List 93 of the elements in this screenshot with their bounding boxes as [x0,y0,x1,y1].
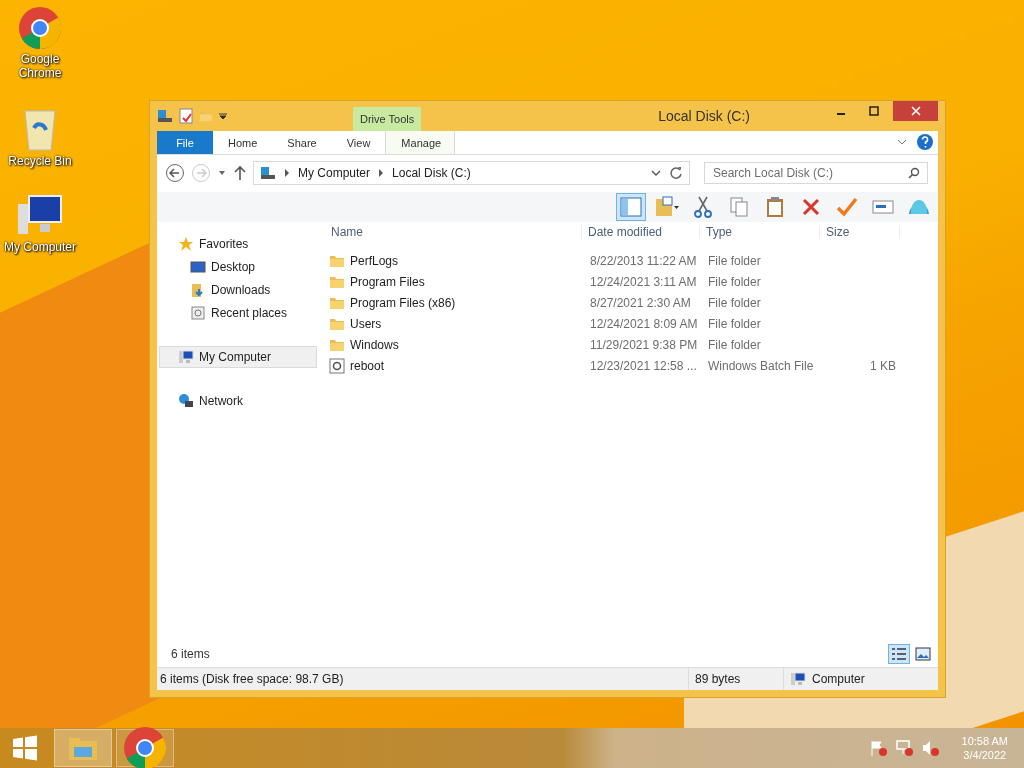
file-row[interactable]: Program Files 12/24/2021 3:11 AM File folder [329,271,938,292]
folder-icon [655,196,679,218]
chevron-right-icon[interactable] [284,169,290,177]
type-cell-text: Windows Batch File [707,358,815,373]
chevron-down-icon[interactable] [651,168,661,178]
breadcrumb[interactable]: My Computer [298,166,371,180]
file-row[interactable]: PerfLogs 8/22/2013 11:22 AM File folder [329,250,938,271]
column-header[interactable]: Size [820,225,900,239]
window-title: Local Disk (C:) [657,108,751,124]
file-name: Users [350,316,382,331]
file-name: Program Files (x86) [350,295,456,310]
nav-item[interactable]: Favorites [159,233,317,255]
file-row[interactable]: Users 12/24/2021 8:09 AM File folder [329,313,938,334]
ribbon-tab[interactable]: File [157,131,213,154]
chrome-logo-icon [18,6,62,50]
dropdown-icon[interactable] [219,112,227,120]
date-cell-text: 8/27/2021 2:30 AM [589,295,692,310]
column-header[interactable]: Type [700,225,820,239]
flag-icon[interactable] [869,740,888,756]
status-size: 89 bytes [695,672,741,686]
file-row[interactable]: Program Files (x86) 8/27/2021 2:30 AM File folder [329,292,938,313]
file-name: Program Files [350,274,425,289]
close-button[interactable] [893,101,938,121]
star-icon [178,236,194,252]
chevron-right-icon[interactable] [378,169,385,177]
view-button[interactable] [912,644,934,664]
type-cell-text: File folder [707,316,762,331]
drive-icon [157,108,173,124]
text-box-icon [872,199,894,215]
date-cell-text: 12/23/2021 12:58 ... [589,358,698,373]
nav-item[interactable]: Downloads [159,279,317,301]
type-cell-text: File folder [707,274,762,289]
speaker-icon[interactable] [921,740,940,756]
view-button[interactable] [888,644,910,664]
nav-item[interactable]: Recent places [159,302,317,324]
scissors-icon [693,196,713,218]
windows-logo-icon [12,735,38,761]
up-arrow-icon[interactable] [233,165,247,181]
list-view-icon [891,647,907,661]
download-folder-icon [190,282,206,298]
properties-icon[interactable] [179,108,193,124]
pane-icon [620,196,642,218]
column-header[interactable]: Name [325,225,582,239]
gear-file-icon [329,357,345,374]
type-cell-text: File folder [707,337,762,352]
drive-icon [260,165,276,181]
item-count: 6 items [171,647,210,661]
cross-icon [801,197,821,217]
search-icon[interactable] [908,167,920,179]
nav-item[interactable]: My Computer [159,346,317,368]
folder-icon [68,735,98,761]
breadcrumb[interactable]: Local Disk (C:) [392,166,471,180]
address-bar[interactable]: My Computer Local Disk (C:) [253,161,690,185]
contextual-tab-group-label: Drive Tools [353,107,422,131]
maximize-icon [868,106,879,116]
type-cell-text: File folder [707,253,762,268]
file-row[interactable]: reboot 12/23/2021 12:58 ... Windows Batch File 1 KB [329,355,938,376]
minimize-icon [836,113,845,115]
nav-item[interactable]: Network [159,390,317,412]
status-summary: 6 items (Disk free space: 98.7 GB) [160,672,344,686]
refresh-icon[interactable] [669,166,683,180]
ribbon-tab[interactable]: Manage [385,131,456,154]
status-location: Computer [812,672,865,686]
date-cell-text: 12/24/2021 8:09 AM [589,316,699,331]
file-row[interactable]: Windows 11/29/2021 9:38 PM File folder [329,334,938,355]
file-name: PerfLogs [350,253,399,268]
clipboard-icon [765,196,785,218]
column-header[interactable]: Date modified [582,225,700,239]
taskbar-button[interactable] [116,729,174,767]
file-name: reboot [350,358,385,373]
type-cell-text: File folder [707,295,762,310]
nav-item[interactable]: Desktop [159,256,317,278]
preview-pane-button[interactable] [616,193,646,221]
computer-icon [790,671,806,687]
folder-icon [199,109,213,123]
monitor-icon [190,259,206,275]
back-icon[interactable] [165,163,185,183]
file-name: Windows [350,337,399,352]
date-cell-text: 8/22/2013 11:22 AM [589,253,698,268]
chrome-logo-icon [123,726,167,768]
help-icon[interactable] [916,131,934,153]
copy-icon [729,196,749,218]
network-icon [178,393,194,409]
date-cell-text: 11/29/2021 9:38 PM [589,337,699,352]
image-view-icon [915,647,931,661]
close-icon [910,106,921,116]
date-cell-text: 12/24/2021 3:11 AM [589,274,698,289]
computer-icon [178,349,194,365]
network-icon[interactable] [895,740,914,756]
checkmark-icon [836,197,858,217]
size-cell-text: 1 KB [869,358,897,373]
recent-icon [190,305,206,321]
search-field[interactable]: Search Local Disk (C:) [704,162,928,184]
